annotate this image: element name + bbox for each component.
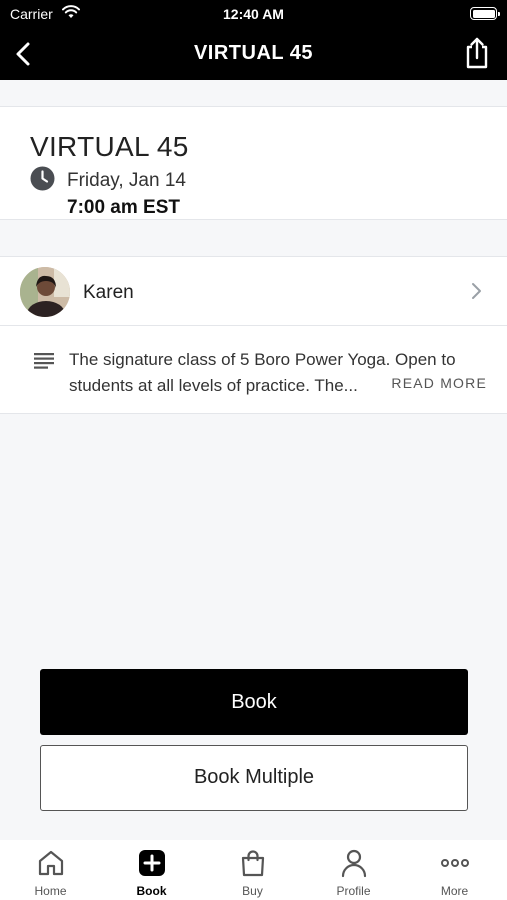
class-description: The signature class of 5 Boro Power Yoga… [69, 350, 456, 395]
tab-book[interactable]: Book [101, 840, 202, 900]
instructor-name: Karen [83, 282, 134, 303]
person-icon [341, 849, 367, 878]
tab-profile-label: Profile [336, 884, 371, 898]
class-info-card: VIRTUAL 45 Friday, Jan 14 7:00 am EST [0, 106, 507, 220]
tab-buy-label: Buy [242, 884, 263, 898]
class-name: VIRTUAL 45 [30, 131, 189, 162]
navigation-bar: VIRTUAL 45 [0, 28, 507, 80]
instructor-avatar [20, 267, 70, 317]
book-button[interactable]: Book [40, 669, 468, 735]
class-time: 7:00 am EST [67, 197, 180, 218]
status-bar: Carrier 12:40 AM [0, 0, 507, 28]
tab-more-label: More [440, 884, 469, 898]
chevron-right-icon [472, 283, 481, 299]
description-icon [34, 353, 54, 369]
tab-buy[interactable]: Buy [202, 840, 303, 900]
clock-icon [30, 166, 55, 191]
plus-square-icon [139, 850, 165, 876]
class-date: Friday, Jan 14 [67, 170, 186, 191]
more-dots-icon [441, 859, 469, 867]
tab-book-label: Book [136, 884, 167, 898]
nav-title: VIRTUAL 45 [193, 42, 314, 64]
instructor-row[interactable]: Karen [0, 257, 507, 326]
tab-home[interactable]: Home [0, 840, 101, 900]
tab-profile[interactable]: Profile [303, 840, 404, 900]
book-multiple-button[interactable]: Book Multiple [40, 745, 468, 811]
battery-icon [470, 7, 500, 20]
shopping-bag-icon [241, 850, 265, 877]
tab-more[interactable]: More [404, 840, 505, 900]
tab-bar: Home Book Buy Profile More [0, 840, 507, 900]
tab-home-label: Home [34, 884, 67, 898]
home-icon [38, 850, 64, 876]
read-more-link[interactable]: READ MORE [391, 375, 487, 391]
status-time: 12:40 AM [223, 6, 284, 22]
class-detail-card: Karen The signature class of 5 Boro Powe… [0, 256, 507, 414]
share-icon[interactable] [461, 36, 493, 70]
